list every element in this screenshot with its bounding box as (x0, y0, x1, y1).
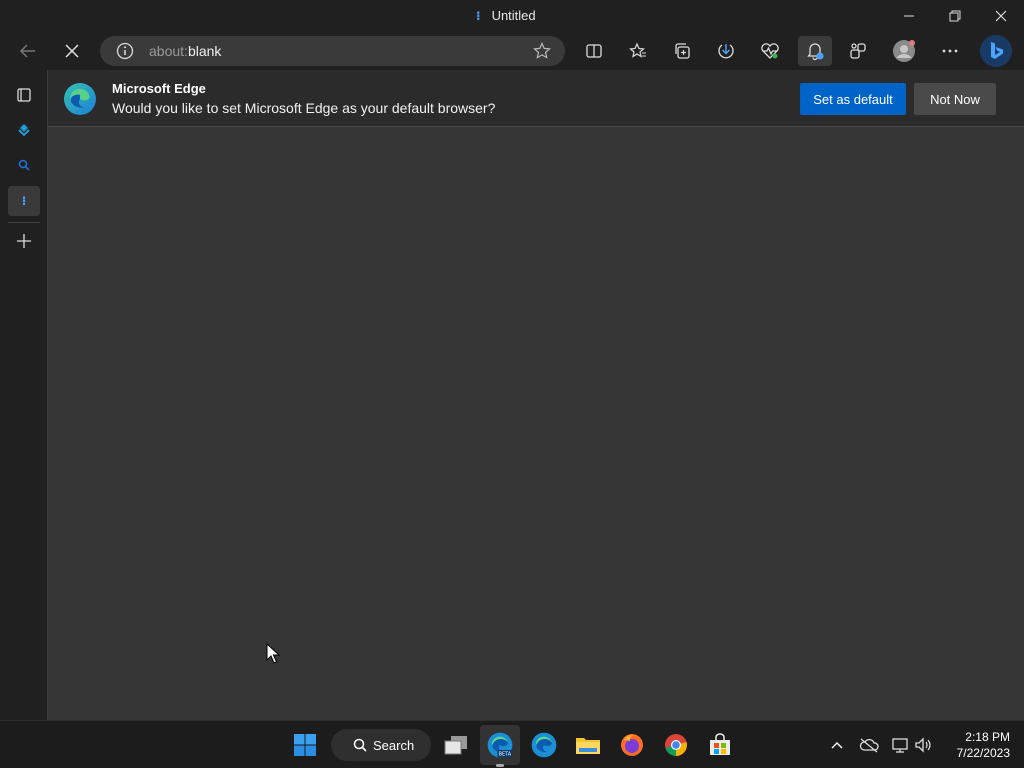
windows-taskbar: Search BETA 2:18 PM 7/22/2023 (0, 720, 1024, 768)
not-now-button[interactable]: Not Now (914, 83, 996, 115)
restore-icon (949, 10, 961, 22)
clock-date: 7/22/2023 (956, 746, 1010, 760)
running-indicator (496, 764, 504, 767)
sidebar-divider (8, 222, 40, 223)
profile-button[interactable] (888, 36, 920, 66)
taskbar-search-button[interactable]: Search (331, 729, 431, 761)
taskbar-microsoft-store[interactable] (700, 725, 740, 765)
edge-icon (531, 732, 557, 758)
bing-copilot-button[interactable] (980, 35, 1012, 67)
onedrive-tray-button[interactable] (857, 733, 881, 757)
taskbar-file-explorer[interactable] (568, 725, 608, 765)
restore-button[interactable] (932, 0, 978, 32)
active-tab[interactable]: ⁝ Untitled (476, 8, 536, 23)
extensions-button[interactable] (842, 36, 874, 66)
stop-x-icon (65, 44, 79, 58)
collections-button[interactable] (666, 36, 698, 66)
settings-more-button[interactable] (934, 36, 966, 66)
new-tab-button[interactable] (8, 226, 40, 256)
chevron-up-icon (831, 742, 843, 749)
back-button[interactable] (12, 36, 44, 66)
start-button[interactable] (285, 725, 325, 765)
sidebar-tab-untitled[interactable]: ⁝ (8, 186, 40, 216)
tab-actions-button[interactable] (8, 80, 40, 110)
minimize-icon (904, 15, 914, 17)
chrome-icon (665, 734, 687, 756)
tab-loading-icon: ⁝ (476, 8, 480, 23)
speaker-icon (915, 737, 931, 753)
taskbar-edge[interactable] (524, 725, 564, 765)
close-icon (995, 10, 1007, 22)
back-arrow-icon (19, 44, 35, 58)
clock-time: 2:18 PM (965, 730, 1010, 744)
favorites-star-icon (629, 42, 646, 58)
taskbar-clock[interactable]: 2:18 PM 7/22/2023 (942, 729, 1010, 761)
beta-badge-text: BETA (499, 752, 512, 758)
default-browser-infobar: Microsoft Edge Would you like to set Mic… (48, 70, 1024, 127)
download-icon (718, 44, 734, 59)
url-text: about:blank (149, 43, 222, 59)
tab-actions-icon (17, 88, 31, 102)
browser-essentials-button[interactable] (754, 36, 786, 66)
add-favorite-star-icon[interactable] (533, 42, 551, 60)
vertical-tabs-sidebar: ⁝ (0, 70, 48, 720)
blue-diamond-favicon-icon (18, 124, 30, 137)
edge-beta-icon: BETA (487, 732, 513, 758)
search-icon (353, 738, 367, 752)
folder-icon (576, 738, 600, 754)
split-screen-icon (586, 44, 602, 58)
page-content-blank[interactable] (48, 127, 1024, 720)
volume-tray-button[interactable] (912, 733, 936, 757)
search-label: Search (373, 737, 415, 753)
pinned-tab-2[interactable] (8, 150, 40, 180)
infobar-title: Microsoft Edge (112, 81, 206, 96)
split-screen-button[interactable] (578, 36, 610, 66)
favorites-button[interactable] (622, 36, 654, 66)
more-dots-icon (942, 49, 958, 53)
heart-pulse-icon (761, 43, 779, 59)
pinned-tab-1[interactable] (8, 115, 40, 145)
site-info-icon[interactable] (116, 42, 134, 60)
plus-icon (17, 234, 31, 248)
cloud-offline-icon (859, 738, 879, 753)
downloads-button[interactable] (710, 36, 742, 66)
stop-loading-button[interactable] (56, 36, 88, 66)
taskbar-edge-beta[interactable]: BETA (480, 725, 520, 767)
extensions-icon (850, 43, 866, 59)
infobar-message: Would you like to set Microsoft Edge as … (112, 100, 496, 116)
mouse-cursor-icon (266, 643, 280, 664)
network-tray-button[interactable] (889, 733, 913, 757)
profile-avatar-icon (893, 40, 915, 62)
collections-icon (675, 43, 690, 59)
task-view-icon (444, 736, 467, 755)
tab-title: Untitled (491, 8, 536, 23)
address-bar[interactable]: about:blank (100, 36, 565, 66)
minimize-button[interactable] (886, 0, 932, 32)
edge-logo-icon (64, 83, 96, 115)
store-icon (710, 733, 730, 755)
bing-logo-icon (991, 42, 1003, 59)
firefox-icon (621, 734, 643, 756)
browser-toolbar: about:blank (0, 32, 1024, 70)
task-view-button[interactable] (436, 725, 476, 765)
set-as-default-button[interactable]: Set as default (800, 83, 906, 115)
taskbar-chrome[interactable] (656, 725, 696, 765)
network-monitor-icon (892, 738, 908, 753)
title-bar: ⁝ Untitled (0, 0, 1024, 32)
notifications-button[interactable] (798, 36, 832, 66)
close-window-button[interactable] (978, 0, 1024, 32)
show-hidden-icons-button[interactable] (825, 733, 849, 757)
taskbar-firefox[interactable] (612, 725, 652, 765)
search-favicon-icon (18, 159, 30, 171)
tab-loading-icon: ⁝ (21, 194, 27, 208)
windows-logo-icon (294, 734, 316, 756)
bell-icon (807, 43, 824, 61)
